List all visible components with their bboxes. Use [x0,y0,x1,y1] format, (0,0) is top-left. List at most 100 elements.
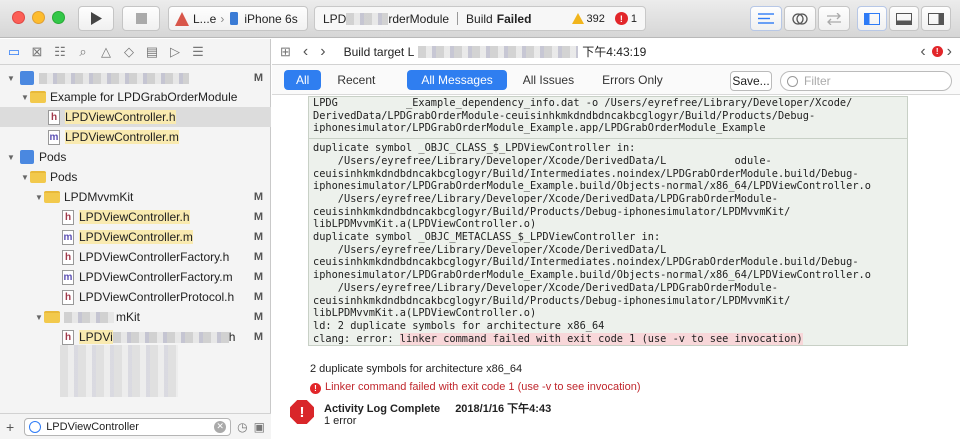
tab-all-messages[interactable]: All Messages [407,69,507,90]
error-count[interactable]: 1 [631,13,637,25]
disclosure-open-icon[interactable]: ▼ [6,74,16,83]
log-filter-input[interactable]: Filter [780,71,952,91]
tree-row-file-h[interactable]: h LPDViewController.h [0,107,271,127]
symbol-icon[interactable]: ☷ [52,44,68,60]
tree-row-file-protocol-h[interactable]: h LPDViewControllerProtocol.h M [0,287,271,307]
source-control-filter-icon[interactable]: ▣ [254,420,265,434]
breakpoint-icon[interactable]: ▷ [167,44,183,60]
toolbar: L...e › iPhone 6s LPD rderModule Build F… [0,0,960,38]
disclosure-open-icon[interactable]: ▼ [20,93,30,102]
tree-row-redacted-group[interactable]: ▼ mKit M [0,307,271,327]
folder-icon [30,91,46,103]
add-icon[interactable]: + [6,419,14,435]
report-icon[interactable]: ☰ [190,44,206,60]
disclosure-open-icon[interactable]: ▼ [20,173,30,182]
warning-count[interactable]: 392 [587,13,605,25]
save-button[interactable]: Save... [730,71,772,91]
warning-icon[interactable] [571,13,584,24]
tree-row-file-m[interactable]: m LPDViewController.m M [0,227,271,247]
chevron-right-icon: › [220,11,225,26]
project-icon [20,71,34,85]
issue-forward-chevron-icon[interactable]: › [947,43,952,61]
summary-duplicate-symbols[interactable]: 2 duplicate symbols for architecture x86… [310,363,522,375]
zoom-window-button[interactable] [52,11,65,24]
activity-log-title: Activity Log Complete 2018/1/16 下午4:43 [324,403,552,415]
device-icon [230,12,239,25]
modified-mark: M [253,211,263,223]
device-name: iPhone 6s [244,11,298,26]
log-error-line: clang: error: linker command failed with… [313,332,803,346]
standard-editor-button[interactable] [750,6,782,31]
tab-recent[interactable]: Recent [325,70,387,90]
warning-icon[interactable]: △ [98,44,114,60]
header-file-icon: h [62,289,74,305]
disclosure-open-icon[interactable]: ▼ [6,153,16,162]
tab-errors-only[interactable]: Errors Only [590,70,675,90]
log-block-duplicate-symbols: duplicate symbol _OBJC_CLASS_$_LPDViewCo… [313,142,871,332]
activity-log-errors: 1 error [324,415,357,427]
close-window-button[interactable] [12,11,25,24]
folder-icon [30,171,46,183]
build-log-transcript: LPDG _Example_dependency_info.dat -o /Us… [308,96,908,347]
project-icon [20,150,34,164]
recent-files-icon[interactable]: ◷ [237,420,247,434]
folder-icon[interactable]: ▭ [6,44,22,60]
redacted-region [39,72,189,84]
redacted-region [64,311,114,323]
error-icon[interactable]: ! [931,46,943,57]
debug-icon[interactable]: ▤ [144,44,160,60]
search-icon[interactable]: ⌕ [75,44,91,60]
scheme-selector[interactable]: L...e › iPhone 6s [168,6,308,31]
grid-icon[interactable]: ⊞ [280,44,291,60]
tree-row-project[interactable]: ▼ M [0,68,271,88]
forward-chevron-icon[interactable]: › [320,43,325,61]
assistant-editor-button[interactable] [784,6,816,31]
tree-row-pods-group[interactable]: ▼ Pods [0,167,271,187]
navigator-filter-input[interactable]: LPDViewController ✕ [24,417,232,436]
toggle-debug-area-button[interactable] [889,6,919,31]
tree-row-pods-project[interactable]: ▼ Pods [0,147,271,167]
status-project: LPD [323,11,347,26]
tree-row-file-factory-h[interactable]: h LPDViewControllerFactory.h M [0,247,271,267]
implementation-file-icon: m [48,129,60,145]
run-button[interactable] [78,6,114,31]
tree-row-file-factory-m[interactable]: m LPDViewControllerFactory.m M [0,267,271,287]
redacted-region [112,331,229,343]
tree-row-mvvmkit[interactable]: ▼ LPDMvvmKit M [0,187,271,207]
disclosure-open-icon[interactable]: ▼ [34,193,44,202]
header-file-icon: h [48,109,60,125]
modified-mark: M [253,311,263,323]
stop-button[interactable] [122,6,160,31]
build-prefix: Build [466,11,493,26]
summary-linker-error[interactable]: ! Linker command failed with exit code 1 … [310,381,641,394]
divider [309,138,907,140]
back-chevron-icon[interactable]: ‹ [303,43,308,61]
version-editor-button[interactable] [818,6,850,31]
test-icon[interactable]: ◇ [121,44,137,60]
minimize-window-button[interactable] [32,11,45,24]
stop-icon [135,13,147,24]
disclosure-open-icon[interactable]: ▼ [34,313,44,322]
redacted-region [346,12,389,25]
tab-all[interactable]: All [284,69,322,90]
filter-icon [29,420,42,433]
tree-row-redacted-file[interactable]: h LPDVi h M [0,327,271,347]
clear-icon[interactable]: ✕ [214,420,227,433]
modified-mark: M [253,191,263,203]
tree-row-group-example[interactable]: ▼ Example for LPDGrabOrderModule [0,87,271,107]
play-icon [91,12,102,25]
error-icon[interactable]: ! [614,12,628,25]
log-block-link-command: LPDG _Example_dependency_info.dat -o /Us… [313,97,853,135]
jump-bar-title[interactable]: Build target L [344,45,415,59]
source-control-icon[interactable]: ⊠ [29,44,45,60]
tree-row-file-m[interactable]: m LPDViewController.m [0,127,271,147]
tree-row-file-h[interactable]: h LPDViewController.h M [0,207,271,227]
tab-all-issues[interactable]: All Issues [511,70,586,90]
issue-back-chevron-icon[interactable]: ‹ [920,43,925,61]
toggle-utilities-button[interactable] [921,6,951,31]
error-octagon-icon: ! [290,400,314,424]
navigator-filter-bar: + LPDViewController ✕ ◷ ▣ [0,413,271,439]
toggle-navigator-button[interactable] [857,6,887,31]
right-panel-icon [928,12,944,25]
modified-mark: M [253,291,263,303]
